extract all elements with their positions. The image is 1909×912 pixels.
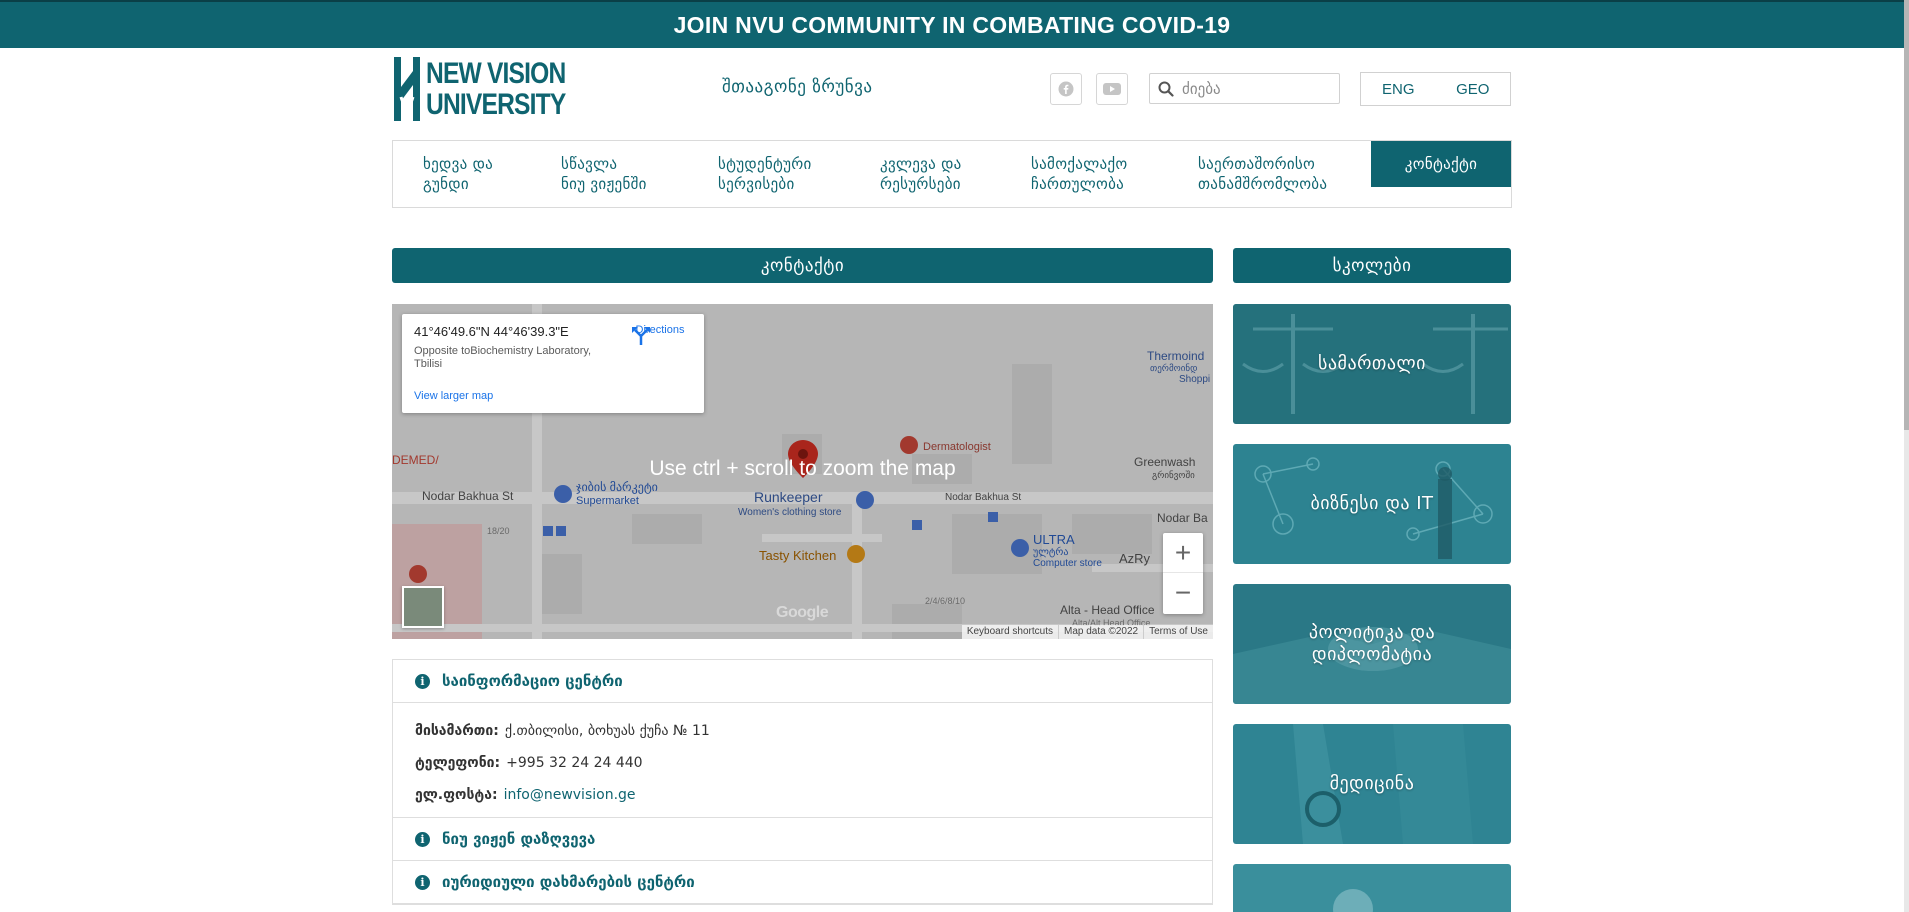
zoom-out-button[interactable]: − [1163,573,1203,613]
map-address: Opposite toBiochemistry Laboratory, Tbil… [414,345,592,370]
youtube-icon [1103,83,1121,95]
contacts-title: კონტაქტი [392,248,1213,283]
accordion-title: ნიუ ვიჟენ დაზღვევა [442,830,596,848]
page: JOIN NVU COMMUNITY IN COMBATING COVID-19… [0,0,1909,912]
language-switcher: ENG GEO [1360,72,1511,106]
nav-item-label: სამოქალაქო [1031,155,1128,173]
school-card-medicine[interactable]: მედიცინა [1233,724,1511,844]
info-icon: i [415,874,430,890]
nav-item-label: სტუდენტური [718,155,812,173]
accordion-title: საინფორმაციო ცენტრი [442,672,623,690]
keyboard-shortcuts-link[interactable]: Keyboard shortcuts [962,625,1058,639]
school-name-line2: დიპლომატია [1311,644,1433,665]
facebook-button[interactable] [1050,73,1082,105]
accordion-header-info-center[interactable]: i საინფორმაციო ცენტრი [393,660,1212,703]
school-name: სამართალი [1318,353,1426,374]
logo-text-line2: UNIVERSITY [426,88,566,121]
nav-item-study[interactable]: სწავლა ნიუ ვიჟენში [531,141,688,207]
nav-item-label: გუნდი [423,175,469,193]
nav-item-vision-team[interactable]: ხედვა და გუნდი [393,141,531,207]
school-card-law[interactable]: სამართალი [1233,304,1511,424]
accordion-header-legal-aid[interactable]: i იურიდიული დახმარების ცენტრი [393,861,1212,904]
email-label: ელ.ფოსტა: [415,787,498,803]
directions-icon [632,327,650,345]
map-data-text: Map data ©2022 [1058,625,1143,639]
school-name-line1: პოლიტიკა და [1308,622,1436,643]
nav-item-label: რესურსები [880,175,961,193]
address-row: მისამართი: ქ.თბილისი, ბოხუას ქუჩა № 11 [415,715,1190,747]
school-card-business-it[interactable]: ბიზნესი და IT [1233,444,1511,564]
school-card-image [1233,864,1511,912]
view-larger-map-link[interactable]: View larger map [414,390,493,402]
nav-item-label: თანამშრომლობა [1198,175,1328,193]
logo[interactable]: NEW VISION UNIVERSITY [392,57,567,121]
accordion-title: იურიდიული დახმარების ცენტრი [442,873,695,891]
lang-eng-button[interactable]: ENG [1361,81,1436,98]
zoom-in-button[interactable]: + [1163,533,1203,573]
nav-item-label: კვლევა და [880,155,962,173]
nav-item-label: სერვისები [718,175,795,193]
email-row: ელ.ფოსტა: info@newvision.ge [415,779,1190,811]
search-icon [1158,81,1174,97]
youtube-button[interactable] [1096,73,1128,105]
back-link[interactable]: შთააგონე ზრუნვა [722,77,873,97]
logo-text-line1: NEW VISION [426,57,566,90]
info-icon: i [415,831,430,847]
map-street-view-thumbnail[interactable] [402,586,444,628]
nav-item-research[interactable]: კვლევა და რესურსები [850,141,1001,207]
nav-item-student-services[interactable]: სტუდენტური სერვისები [688,141,850,207]
address-value: ქ.თბილისი, ბოხუას ქუჩა № 11 [504,723,710,739]
contact-info-panel: i საინფორმაციო ცენტრი მისამართი: ქ.თბილის… [392,659,1213,905]
school-name: ბიზნესი და IT [1310,493,1434,514]
schools-title: სკოლები [1233,248,1511,283]
search-box[interactable] [1149,73,1340,104]
covid-banner-text: JOIN NVU COMMUNITY IN COMBATING COVID-19 [673,11,1231,38]
scrollbar[interactable] [1904,0,1909,912]
nav-item-label: ჩართულობა [1031,175,1125,193]
google-logo: Google [776,604,829,621]
main-nav: ხედვა და გუნდი სწავლა ნიუ ვიჟენში სტუდენტუ… [392,140,1512,208]
terms-of-use-link[interactable]: Terms of Use [1143,625,1213,639]
covid-banner[interactable]: JOIN NVU COMMUNITY IN COMBATING COVID-19 [0,0,1904,48]
map[interactable]: Nodar Bakhua St Nodar Bakhua St Nodar Ba… [392,304,1213,639]
map-info-card: 41°46'49.6"N 44°46'39.3"E Opposite toBio… [402,314,704,413]
map-zoom-control: + − [1163,533,1203,614]
info-center-details: მისამართი: ქ.თბილისი, ბოხუას ქუჩა № 11 ტე… [393,703,1212,818]
nav-item-label: საერთაშორისო [1198,155,1316,173]
phone-row: ტელეფონი: +995 32 24 24 440 [415,747,1190,779]
nav-item-label: ნიუ ვიჟენში [561,175,647,193]
school-name: მედიცინა [1329,773,1415,794]
info-icon: i [415,673,430,689]
directions-button[interactable]: Directions [630,324,690,345]
nav-item-label: სწავლა [561,155,618,173]
address-label: მისამართი: [415,723,499,739]
accordion-header-insurance[interactable]: i ნიუ ვიჟენ დაზღვევა [393,818,1212,861]
nav-item-label: ხედვა და [423,155,494,173]
map-attribution: Keyboard shortcuts Map data ©2022 Terms … [961,625,1213,639]
nvu-logo-icon [392,57,422,121]
search-input[interactable] [1182,79,1322,98]
scrollbar-thumb[interactable] [1904,0,1909,430]
phone-label: ტელეფონი: [415,755,501,771]
nav-item-contact[interactable]: კონტაქტი [1371,141,1511,187]
phone-value: +995 32 24 24 440 [506,755,643,771]
email-link[interactable]: info@newvision.ge [504,787,636,803]
school-card-politics[interactable]: პოლიტიკა და დიპლომატია [1233,584,1511,704]
nav-item-civic[interactable]: სამოქალაქო ჩართულობა [1001,141,1168,207]
nav-item-international[interactable]: საერთაშორისო თანამშრომლობა [1168,141,1368,207]
facebook-icon [1058,81,1074,97]
map-zoom-hint: Use ctrl + scroll to zoom the map [649,457,956,480]
school-card-next[interactable] [1233,864,1511,912]
lang-geo-button[interactable]: GEO [1436,81,1511,98]
